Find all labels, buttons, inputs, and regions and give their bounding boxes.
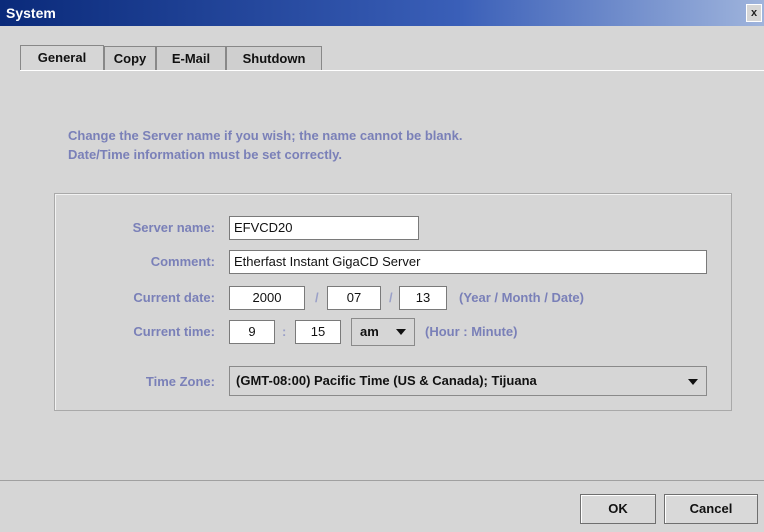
tab-shutdown[interactable]: Shutdown xyxy=(226,46,322,70)
time-format-hint: (Hour : Minute) xyxy=(425,324,518,339)
system-dialog: System x General Copy E-Mail Shutdown Ch… xyxy=(0,0,764,532)
date-year-input[interactable]: 2000 xyxy=(229,286,305,310)
date-separator-2: / xyxy=(389,290,393,305)
tab-general[interactable]: General xyxy=(20,45,104,71)
time-hour-input[interactable]: 9 xyxy=(229,320,275,344)
tab-email[interactable]: E-Mail xyxy=(156,46,226,70)
date-day-input[interactable]: 13 xyxy=(399,286,447,310)
time-zone-select[interactable]: (GMT-08:00) Pacific Time (US & Canada); … xyxy=(229,366,707,396)
ampm-value: am xyxy=(360,324,379,339)
settings-group: Server name: EFVCD20 Comment: Etherfast … xyxy=(54,193,732,411)
general-panel: Change the Server name if you wish; the … xyxy=(20,70,764,481)
current-time-label: Current time: xyxy=(133,324,215,339)
server-name-label: Server name: xyxy=(132,220,215,235)
chevron-down-icon xyxy=(688,379,698,385)
ampm-select[interactable]: am xyxy=(351,318,415,346)
time-minute-input[interactable]: 15 xyxy=(295,320,341,344)
info-line-1: Change the Server name if you wish; the … xyxy=(68,128,463,143)
title-bar[interactable]: System x xyxy=(0,0,764,26)
server-name-input[interactable]: EFVCD20 xyxy=(229,216,419,240)
tab-copy[interactable]: Copy xyxy=(104,46,156,70)
comment-input[interactable]: Etherfast Instant GigaCD Server xyxy=(229,250,707,274)
time-separator: : xyxy=(282,324,287,339)
close-icon[interactable]: x xyxy=(746,4,762,22)
date-separator-1: / xyxy=(315,290,319,305)
info-line-2: Date/Time information must be set correc… xyxy=(68,147,343,162)
ok-button[interactable]: OK xyxy=(580,494,656,524)
button-bar: OK Cancel xyxy=(0,480,764,532)
date-format-hint: (Year / Month / Date) xyxy=(459,290,584,305)
comment-label: Comment: xyxy=(150,254,215,269)
chevron-down-icon xyxy=(396,329,406,335)
cancel-button[interactable]: Cancel xyxy=(664,494,758,524)
info-text: Change the Server name if you wish; the … xyxy=(68,126,462,164)
window-title: System xyxy=(6,5,56,21)
current-date-label: Current date: xyxy=(133,290,215,305)
time-zone-value: (GMT-08:00) Pacific Time (US & Canada); … xyxy=(236,373,537,388)
date-month-input[interactable]: 07 xyxy=(327,286,381,310)
time-zone-label: Time Zone: xyxy=(145,374,215,389)
